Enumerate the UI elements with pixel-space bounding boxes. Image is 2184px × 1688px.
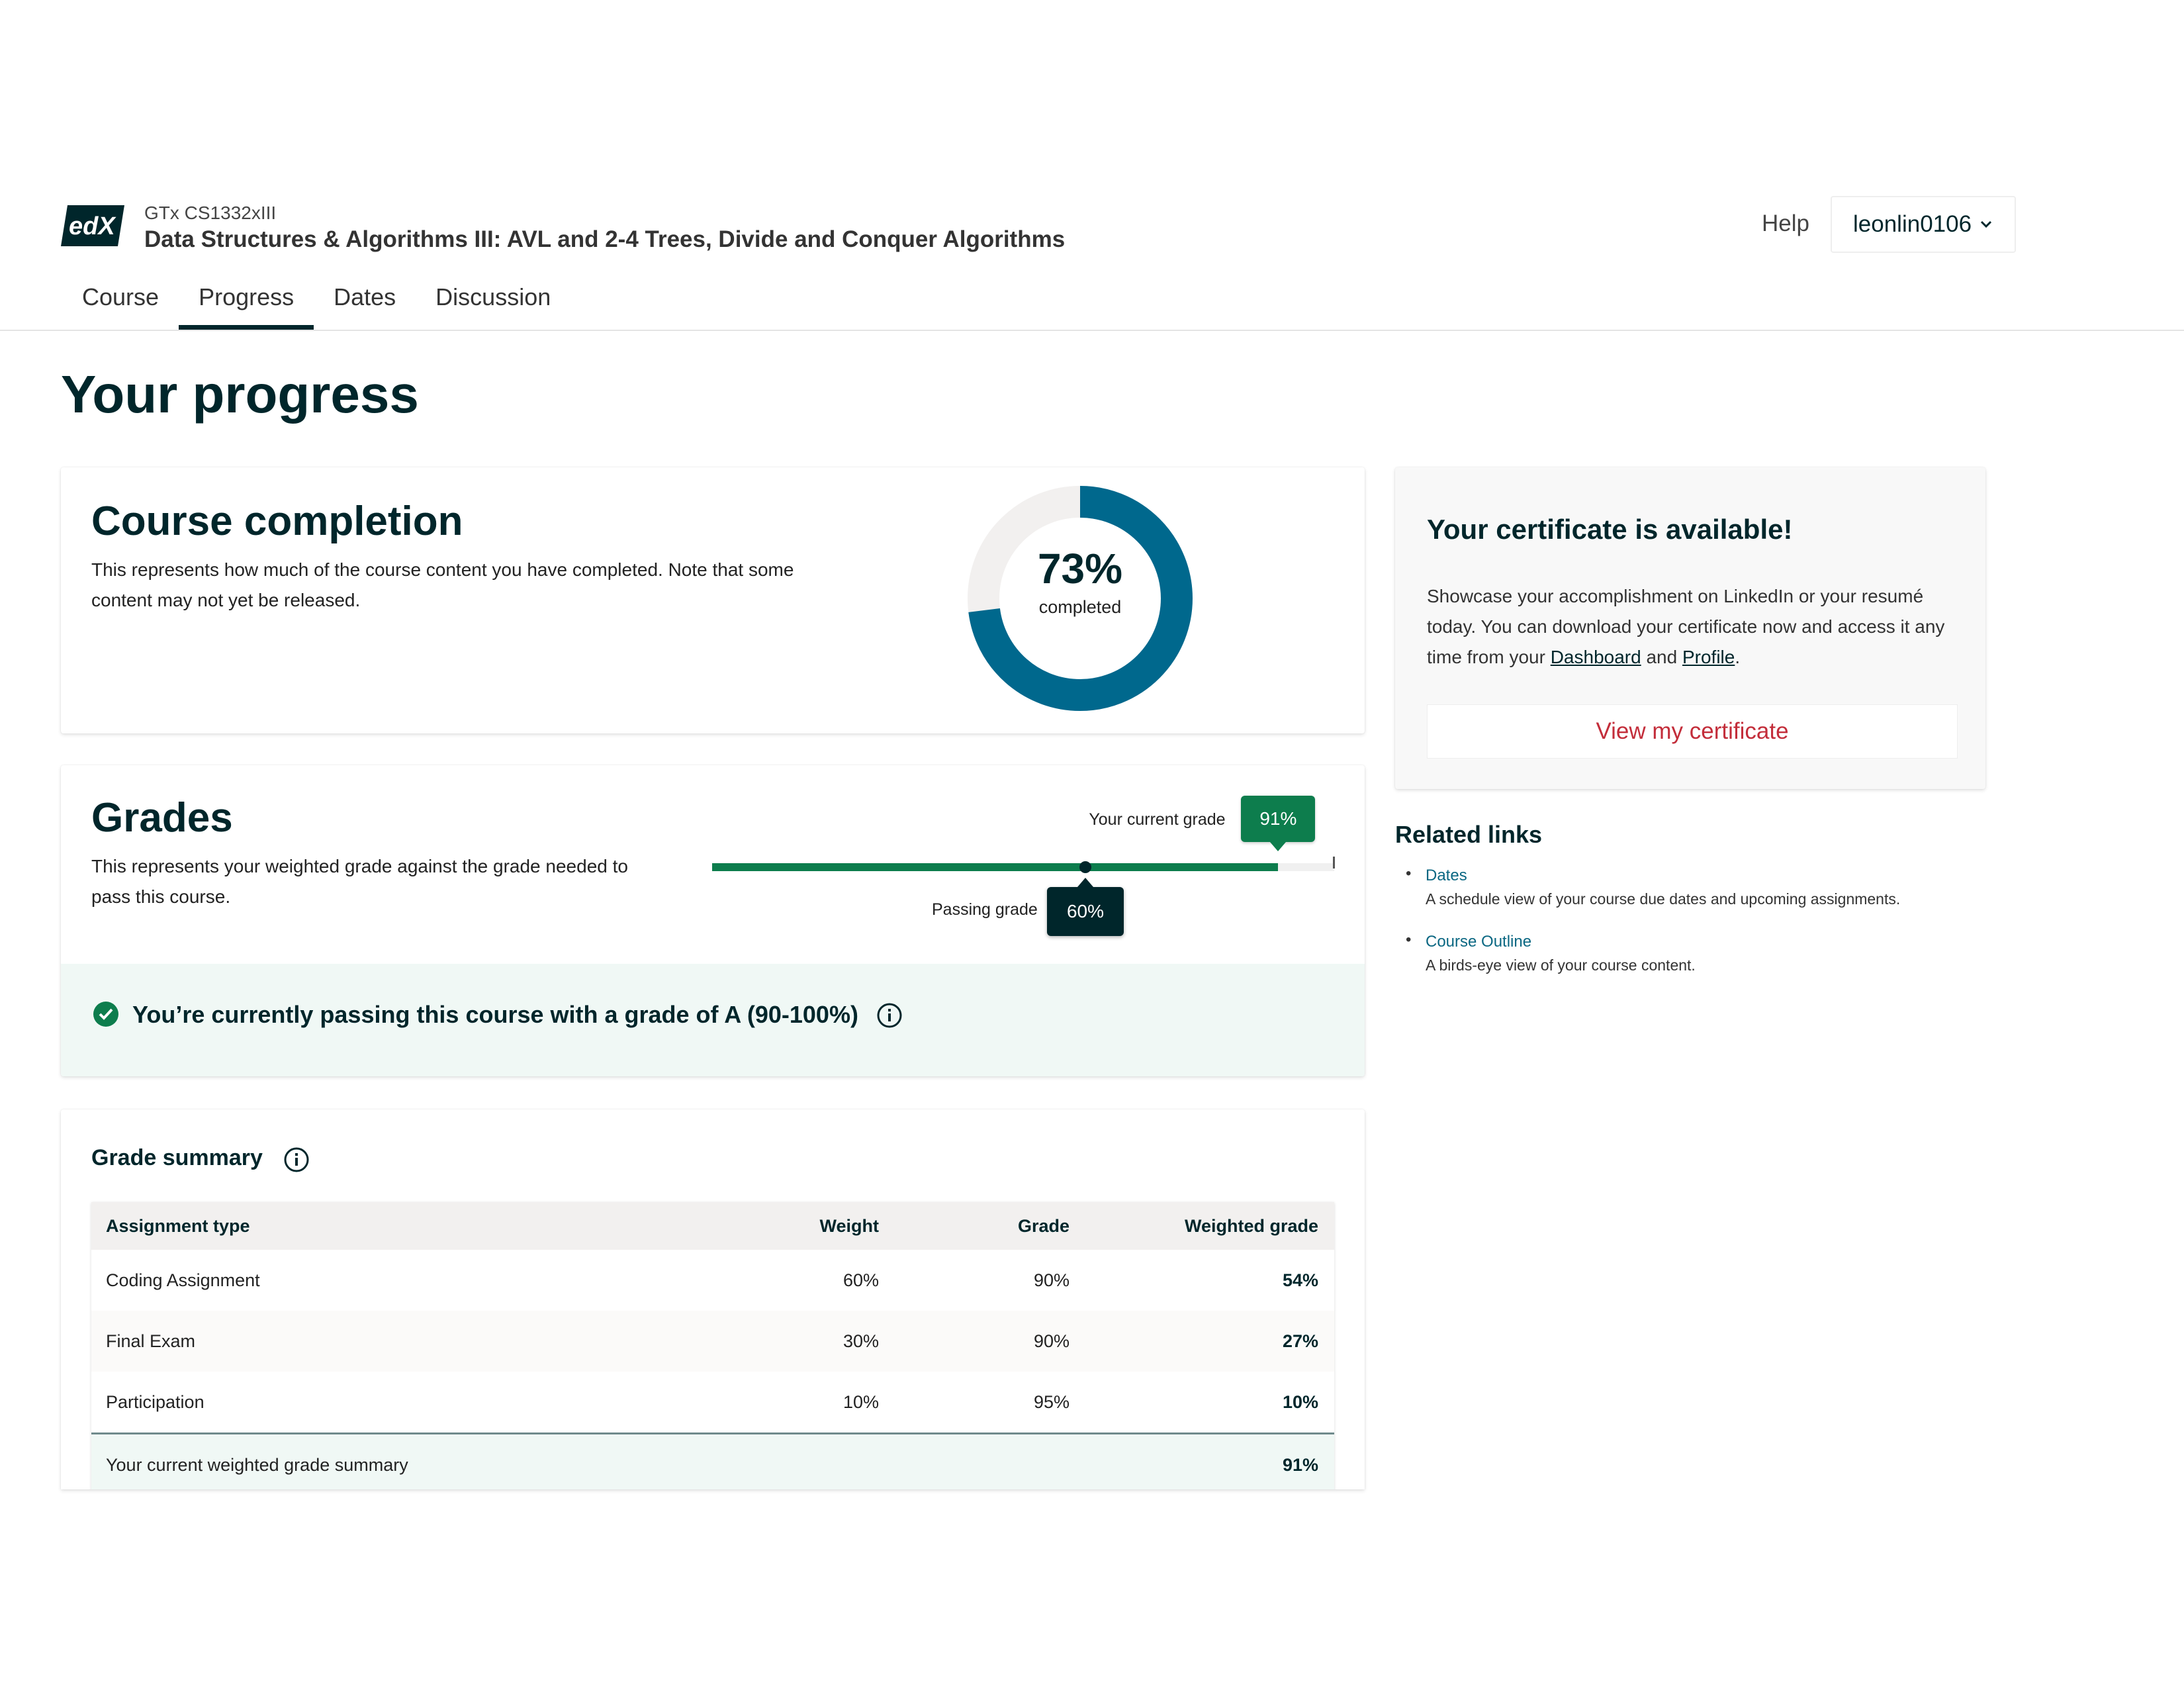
username: leonlin0106 [1853, 211, 1972, 237]
current-grade-tooltip: 91% [1241, 796, 1316, 851]
weighted-grade-cell: 54% [1282, 1270, 1318, 1290]
grade-cell: 90% [1033, 1331, 1069, 1351]
tab-dates[interactable]: Dates [314, 265, 416, 330]
grades-card: Grades This represents your weighted gra… [61, 765, 1365, 1076]
grades-title: Grades [91, 795, 233, 841]
table-header-row: Assignment type Weight Grade Weighted gr… [91, 1202, 1334, 1250]
column-header: Assignment type [106, 1215, 250, 1236]
tab-progress[interactable]: Progress [179, 265, 314, 330]
current-grade-label: Your current grade [1089, 810, 1226, 829]
assignment-type-cell: Final Exam [106, 1331, 196, 1351]
edx-logo[interactable]: edX [61, 205, 124, 246]
certificate-text-and: and [1641, 647, 1682, 667]
edx-logo-text: edX [69, 212, 116, 240]
tab-course[interactable]: Course [62, 265, 179, 330]
profile-link[interactable]: Profile [1682, 647, 1735, 667]
weighted-grade-cell: 27% [1282, 1331, 1318, 1351]
column-header: Weighted grade [1184, 1215, 1318, 1236]
completion-title: Course completion [91, 498, 463, 544]
user-menu-button[interactable]: leonlin0106 [1831, 196, 2016, 253]
assignment-type-cell: Coding Assignment [106, 1270, 260, 1290]
certificate-title: Your certificate is available! [1427, 514, 1793, 545]
info-icon[interactable] [876, 1002, 903, 1029]
grade-cell: 90% [1033, 1270, 1069, 1290]
course-title: Data Structures & Algorithms III: AVL an… [144, 226, 1066, 252]
passing-grade-tooltip: 60% [1047, 878, 1124, 936]
grade-bar-end-tick [1333, 857, 1335, 868]
view-certificate-button[interactable]: View my certificate [1427, 704, 1958, 759]
course-completion-card: Course completion This represents how mu… [61, 467, 1365, 733]
total-value: 91% [1282, 1455, 1318, 1475]
certificate-card: Your certificate is available! Showcase … [1395, 467, 1985, 789]
passing-grade-marker [1079, 861, 1091, 873]
certificate-text-end: . [1735, 647, 1741, 667]
course-org: GTx CS1332xIII [144, 203, 277, 223]
completion-caption: completed [1038, 597, 1122, 617]
table-row: Coding Assignment 60% 90% 54% [91, 1250, 1334, 1311]
related-link-course-outline[interactable]: Course Outline [1426, 931, 1900, 953]
tab-discussion[interactable]: Discussion [416, 265, 570, 330]
total-label: Your current weighted grade summary [106, 1455, 408, 1475]
grade-summary-table: Assignment type Weight Grade Weighted gr… [91, 1202, 1334, 1489]
related-link-description: A birds-eye view of your course content. [1426, 957, 1696, 974]
table-row: Final Exam 30% 90% 27% [91, 1311, 1334, 1372]
weighted-grade-cell: 10% [1282, 1391, 1318, 1412]
weight-cell: 60% [842, 1270, 879, 1290]
related-link-dates[interactable]: Dates [1426, 865, 1900, 887]
table-row: Participation 10% 95% 10% [91, 1372, 1334, 1432]
passing-status-text: You’re currently passing this course wit… [132, 1001, 858, 1028]
list-item: Dates A schedule view of your course due… [1406, 865, 1900, 911]
grades-description: This represents your weighted grade agai… [91, 856, 628, 907]
grade-summary-title: Grade summary [91, 1145, 263, 1170]
passing-status-banner: You’re currently passing this course wit… [61, 964, 1365, 1076]
table-total-row: Your current weighted grade summary 91% [91, 1432, 1334, 1489]
grade-summary-card: Grade summary Assignment type Weight Gra… [61, 1109, 1365, 1489]
assignment-type-cell: Participation [106, 1391, 205, 1412]
related-link-description: A schedule view of your course due dates… [1426, 890, 1901, 908]
course-tabs: Course Progress Dates Discussion [62, 265, 570, 330]
completion-description: This represents how much of the course c… [91, 559, 794, 610]
help-link[interactable]: Help [1762, 211, 1809, 237]
column-header: Grade [1017, 1215, 1069, 1236]
dashboard-link[interactable]: Dashboard [1551, 647, 1641, 667]
weight-cell: 30% [842, 1331, 879, 1351]
check-circle-icon [93, 1002, 118, 1027]
column-header: Weight [819, 1215, 880, 1236]
info-icon[interactable] [283, 1147, 310, 1173]
related-links-title: Related links [1395, 821, 1543, 848]
passing-grade-label: Passing grade [932, 900, 1038, 919]
grade-bar-fill [712, 863, 1279, 871]
page-title: Your progress [61, 365, 419, 424]
chevron-down-icon [1981, 220, 1992, 228]
course-header: edX GTx CS1332xIII Data Structures & Alg… [0, 0, 2184, 331]
related-links-list: Dates A schedule view of your course due… [1406, 865, 1900, 997]
grade-cell: 95% [1033, 1391, 1069, 1412]
certificate-text: Showcase your accomplishment on LinkedIn… [1427, 581, 1963, 673]
completion-percent: 73% [1037, 545, 1123, 592]
weight-cell: 10% [842, 1391, 879, 1412]
list-item: Course Outline A birds-eye view of your … [1406, 931, 1900, 977]
grade-bar [712, 863, 1334, 871]
